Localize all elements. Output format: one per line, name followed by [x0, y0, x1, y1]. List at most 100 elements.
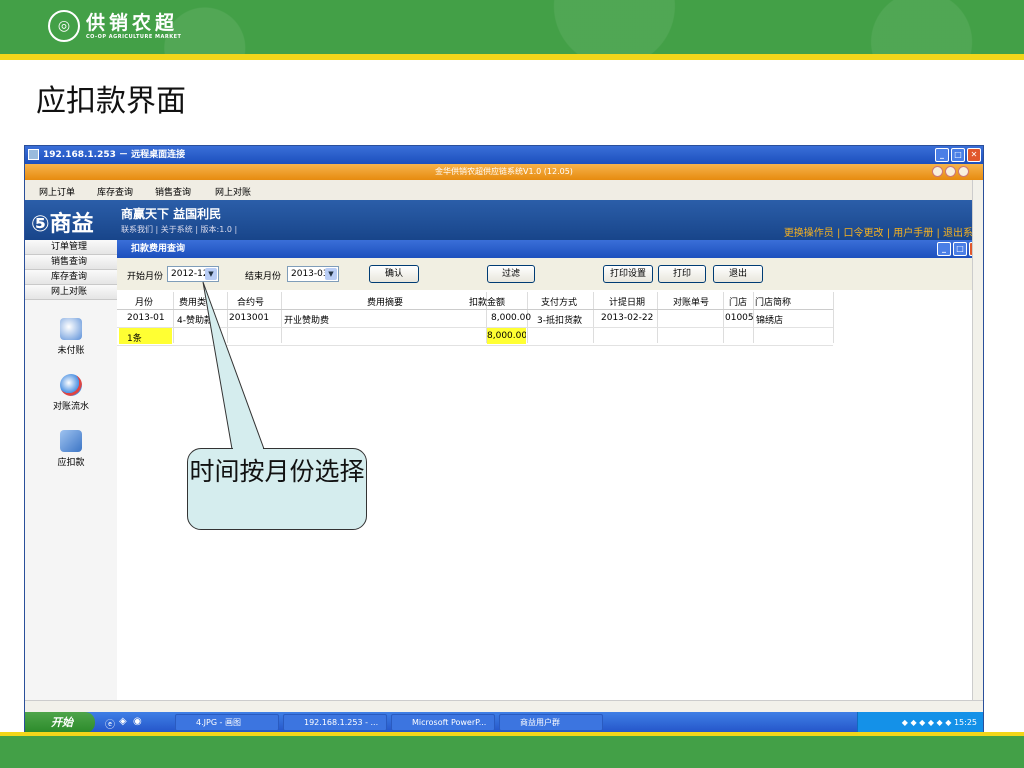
end-month-value: 2013-03 — [291, 269, 329, 279]
menu-sales[interactable]: 销售查询 — [155, 185, 191, 198]
print-setup-button[interactable]: 打印设置 — [603, 265, 653, 283]
annotation-callout: 时间按月份选择 — [187, 448, 367, 530]
task-user-group[interactable]: 商益用户群 — [499, 714, 603, 731]
query-toolbar: 开始月份 2012-12 ▼ 结束月份 2013-03 ▼ 确认 过滤 打印设置… — [117, 258, 983, 290]
menu-bar: 网上订单 库存查询 销售查询 网上对账 — [25, 180, 983, 201]
menu-online-order[interactable]: 网上订单 — [39, 185, 75, 198]
ie-icon[interactable]: ⓔ — [105, 716, 115, 731]
tool-unpaid[interactable]: 未付账 — [25, 318, 117, 356]
system-tray: ◆ ◆ ◆ ◆ ◆ ◆ 15:25 — [857, 712, 983, 732]
cell-store-name: 锦绣店 — [756, 316, 784, 326]
tray-icons[interactable]: ◆ ◆ ◆ ◆ ◆ ◆ — [902, 718, 954, 727]
cell-fee-type: 4-赞助款 — [177, 316, 213, 326]
slide-footer — [0, 732, 1024, 768]
start-button[interactable]: 开始 — [25, 712, 95, 732]
cell-store: 01005 — [725, 313, 754, 323]
logo-en: CO-OP AGRICULTURE MARKET — [86, 34, 182, 40]
confirm-button[interactable]: 确认 — [369, 265, 419, 283]
cell-month: 2013-01 — [127, 313, 165, 323]
user-links[interactable]: 更换操作员 | 口令更改 | 用户手册 | 退出系统 — [784, 224, 983, 239]
start-month-value: 2012-12 — [171, 269, 209, 279]
col-store[interactable]: 门店 — [729, 295, 747, 308]
chevron-down-icon[interactable]: ▼ — [325, 268, 337, 280]
desktop-icon[interactable]: ◈ — [119, 716, 127, 727]
summary-count: 1条 — [119, 328, 172, 344]
slide-header: ◎ 供销农超 CO-OP AGRICULTURE MARKET — [0, 0, 1024, 60]
start-month-select[interactable]: 2012-12 ▼ — [167, 266, 219, 282]
sidebar-item-order[interactable]: 订单管理 — [25, 240, 117, 255]
exit-button[interactable]: 退出 — [713, 265, 763, 283]
footer-stripe — [0, 732, 1024, 736]
panel-title: 扣款费用查询 — [131, 244, 186, 254]
tool-deduction-label: 应扣款 — [57, 458, 85, 468]
menu-inventory[interactable]: 库存查询 — [97, 185, 133, 198]
deduction-icon — [60, 430, 82, 452]
sidebar-item-inventory[interactable]: 库存查询 — [25, 270, 117, 285]
rdp-title-text: 192.168.1.253 － 远程桌面连接 — [43, 150, 186, 160]
col-payment[interactable]: 支付方式 — [541, 295, 577, 308]
col-amount[interactable]: 扣款金额 — [469, 295, 505, 308]
chevron-down-icon[interactable]: ▼ — [205, 268, 217, 280]
cell-accrual-date: 2013-02-22 — [601, 313, 654, 323]
app-title-text: 金华供销农超供应链系统V1.0 (12.05) — [435, 167, 573, 176]
coop-logo-icon: ◎ — [48, 10, 80, 42]
maximize-icon[interactable]: □ — [951, 148, 965, 162]
brand-banner: ⑤商益 商赢天下 益国利民 联系我们 | 关于系统 | 版本:1.0 | 更换操… — [25, 200, 983, 240]
close-icon[interactable]: ✕ — [967, 148, 981, 162]
tool-reconcile-flow-label: 对账流水 — [52, 402, 89, 412]
summary-total: 8,000.00 — [487, 328, 526, 344]
deduction-table: 月份 费用类 合约号 费用摘要 扣款金额 支付方式 计提日期 对账单号 门店 门… — [117, 292, 833, 346]
task-powerpoint[interactable]: Microsoft PowerP... — [391, 714, 495, 731]
filter-button[interactable]: 过滤 — [487, 265, 535, 283]
col-accrual-date[interactable]: 计提日期 — [609, 295, 645, 308]
remote-desktop-window: 192.168.1.253 － 远程桌面连接 _ □ ✕ 金华供销农超供应链系统… — [24, 145, 984, 733]
rdp-title-bar[interactable]: 192.168.1.253 － 远程桌面连接 _ □ ✕ — [25, 146, 983, 164]
brand-links[interactable]: 联系我们 | 关于系统 | 版本:1.0 | — [121, 224, 237, 235]
clock: 15:25 — [953, 718, 977, 727]
col-store-name[interactable]: 门店简称 — [755, 295, 791, 308]
coop-logo: ◎ 供销农超 CO-OP AGRICULTURE MARKET — [48, 10, 181, 42]
windows-taskbar: 开始 ⓔ ◈ ◉ 4.JPG - 画图 192.168.1.253 - ... … — [25, 712, 983, 732]
table-row[interactable]: 2013-01 4-赞助款 2013001 开业赞助费 8,000.00 3-抵… — [117, 310, 833, 328]
media-icon[interactable]: ◉ — [133, 716, 142, 727]
start-month-label: 开始月份 — [127, 272, 164, 282]
reconcile-flow-icon — [60, 374, 82, 396]
horizontal-scrollbar[interactable] — [25, 700, 983, 712]
vertical-scrollbar[interactable] — [972, 180, 983, 700]
col-fee-summary[interactable]: 费用摘要 — [367, 295, 403, 308]
tool-reconcile-flow[interactable]: 对账流水 — [25, 374, 117, 412]
cell-amount: 8,000.00 — [491, 313, 532, 323]
col-contract[interactable]: 合约号 — [237, 295, 264, 308]
col-month[interactable]: 月份 — [135, 295, 153, 308]
panel-minimize-icon[interactable]: _ — [937, 242, 951, 256]
col-statement-no[interactable]: 对账单号 — [673, 295, 709, 308]
cell-payment: 3-抵扣货款 — [537, 316, 582, 326]
tool-deduction[interactable]: 应扣款 — [25, 430, 117, 468]
app-restore-icon[interactable] — [945, 166, 956, 177]
panel-title-bar: 扣款费用查询 _ □ ✕ — [117, 240, 983, 258]
summary-row: 1条 8,000.00 — [117, 328, 833, 346]
header-stripe — [0, 54, 1024, 60]
app-title-bar: 金华供销农超供应链系统V1.0 (12.05) — [25, 164, 983, 180]
sidebar: 订单管理 销售查询 库存查询 网上对账 未付账 对账流水 应扣款 — [25, 240, 118, 700]
menu-reconcile[interactable]: 网上对账 — [215, 185, 251, 198]
col-fee-type[interactable]: 费用类 — [179, 295, 225, 308]
end-month-select[interactable]: 2013-03 ▼ — [287, 266, 339, 282]
brand-slogan: 商赢天下 益国利民 — [121, 207, 222, 221]
task-paint[interactable]: 4.JPG - 画图 — [175, 714, 279, 731]
slide-title: 应扣款界面 — [36, 84, 186, 119]
logo-cn: 供销农超 — [86, 12, 179, 34]
end-month-label: 结束月份 — [245, 272, 282, 282]
panel-maximize-icon[interactable]: □ — [953, 242, 967, 256]
shangyi-logo: ⑤商益 — [31, 212, 94, 237]
app-minimize-icon[interactable] — [932, 166, 943, 177]
sidebar-item-reconcile[interactable]: 网上对账 — [25, 285, 117, 300]
app-close-icon[interactable] — [958, 166, 969, 177]
print-button[interactable]: 打印 — [658, 265, 706, 283]
sidebar-item-sales[interactable]: 销售查询 — [25, 255, 117, 270]
task-rdp[interactable]: 192.168.1.253 - ... — [283, 714, 387, 731]
cell-fee-summary: 开业赞助费 — [284, 316, 330, 326]
cell-contract: 2013001 — [229, 313, 270, 323]
rdp-window-icon — [28, 149, 39, 160]
minimize-icon[interactable]: _ — [935, 148, 949, 162]
